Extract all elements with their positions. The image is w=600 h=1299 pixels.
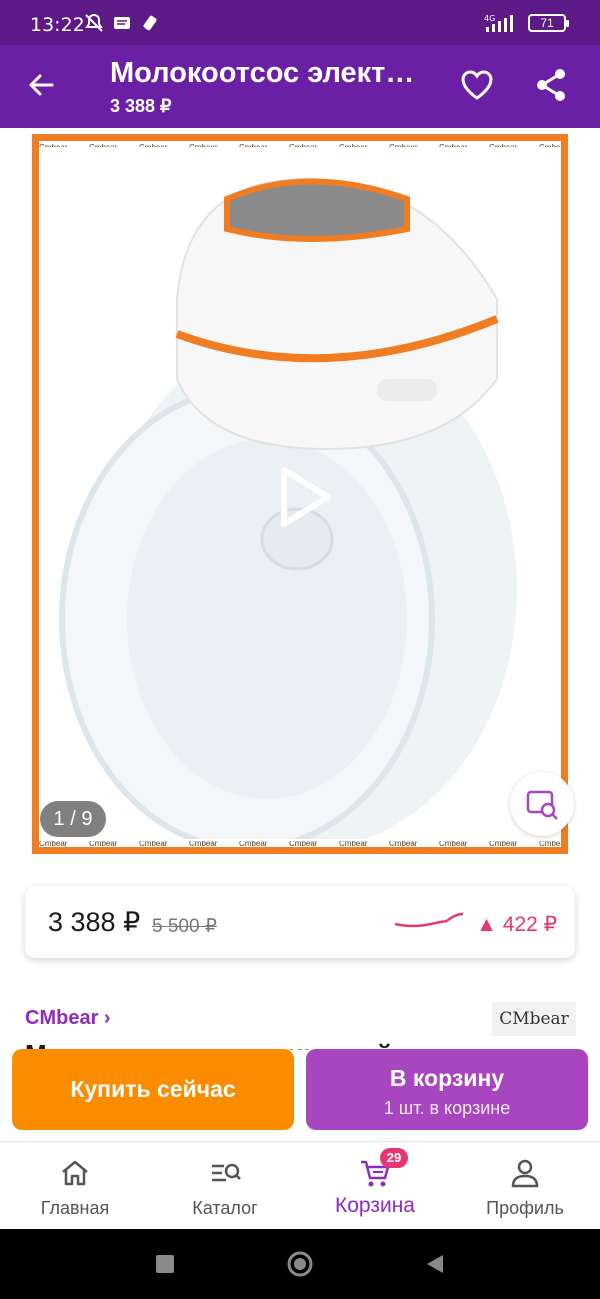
notification-icons (84, 13, 160, 33)
back-nav-icon[interactable] (423, 1252, 447, 1276)
nav-item-cart[interactable]: Корзина (300, 1142, 450, 1229)
cart-quantity-label: 1 шт. в корзине (383, 1098, 511, 1118)
current-price: 3 388 ₽ (48, 907, 141, 937)
brand-logo[interactable]: CMbear (492, 1002, 576, 1036)
price-card[interactable]: 3 388 ₽ 5 500 ₽ ▲ 422 ₽ (25, 886, 575, 958)
signal-icon: 4G (484, 14, 513, 32)
recents-icon[interactable] (153, 1252, 177, 1276)
battery-indicator: 71 (528, 14, 569, 32)
message-icon (114, 17, 130, 29)
nav-label-profile: Профиль (486, 1198, 564, 1218)
cart-count-badge: 29 (380, 1148, 408, 1168)
nav-label-catalog: Каталог (192, 1198, 258, 1218)
nav-label-cart: Корзина (335, 1194, 415, 1217)
page-title: Молокоотсос элект… (110, 57, 415, 89)
buy-now-button[interactable]: Купить сейчас (12, 1049, 294, 1130)
price-change: ▲ 422 ₽ (476, 913, 557, 936)
add-to-cart-button[interactable]: В корзину 1 шт. в корзине (306, 1049, 588, 1130)
status-bar: 13:22 4G 71 (0, 0, 600, 45)
nav-item-catalog[interactable]: Каталог (150, 1142, 300, 1229)
system-nav-bar (0, 1229, 600, 1299)
status-time: 13:22 (30, 14, 85, 36)
play-video-icon[interactable] (270, 462, 340, 532)
brand-link[interactable]: CMbear › (25, 1007, 111, 1030)
share-icon[interactable] (531, 65, 571, 105)
heart-icon[interactable] (457, 65, 497, 105)
home-icon (62, 1160, 88, 1186)
header-price: 3 388 ₽ (110, 96, 172, 116)
nav-item-home[interactable]: Главная (0, 1142, 150, 1229)
old-price: 5 500 ₽ (152, 916, 217, 937)
nav-label-home: Главная (40, 1198, 110, 1218)
app-bar: Молокоотсос элект… 3 388 ₽ (0, 45, 600, 128)
system-icons: 4G 71 (482, 13, 569, 33)
bottom-nav: Главная Каталог Корзина Профиль 29 (0, 1141, 600, 1229)
image-search-button[interactable] (510, 772, 574, 836)
price-trend-icon (394, 912, 464, 928)
nav-item-profile[interactable]: Профиль (450, 1142, 600, 1229)
profile-icon (511, 1159, 539, 1188)
catalog-search-icon (212, 1163, 241, 1182)
product-title: Молокоотсос электрический (25, 1036, 392, 1050)
svg-text:4G: 4G (484, 14, 495, 23)
image-search-icon (526, 790, 558, 820)
add-to-cart-label: В корзину (389, 1065, 505, 1091)
bell-off-icon (85, 13, 103, 32)
back-arrow-icon[interactable] (22, 65, 62, 105)
bottle-icon (143, 15, 157, 31)
gallery-counter: 1 / 9 (40, 801, 106, 837)
home-nav-icon[interactable] (285, 1249, 315, 1279)
